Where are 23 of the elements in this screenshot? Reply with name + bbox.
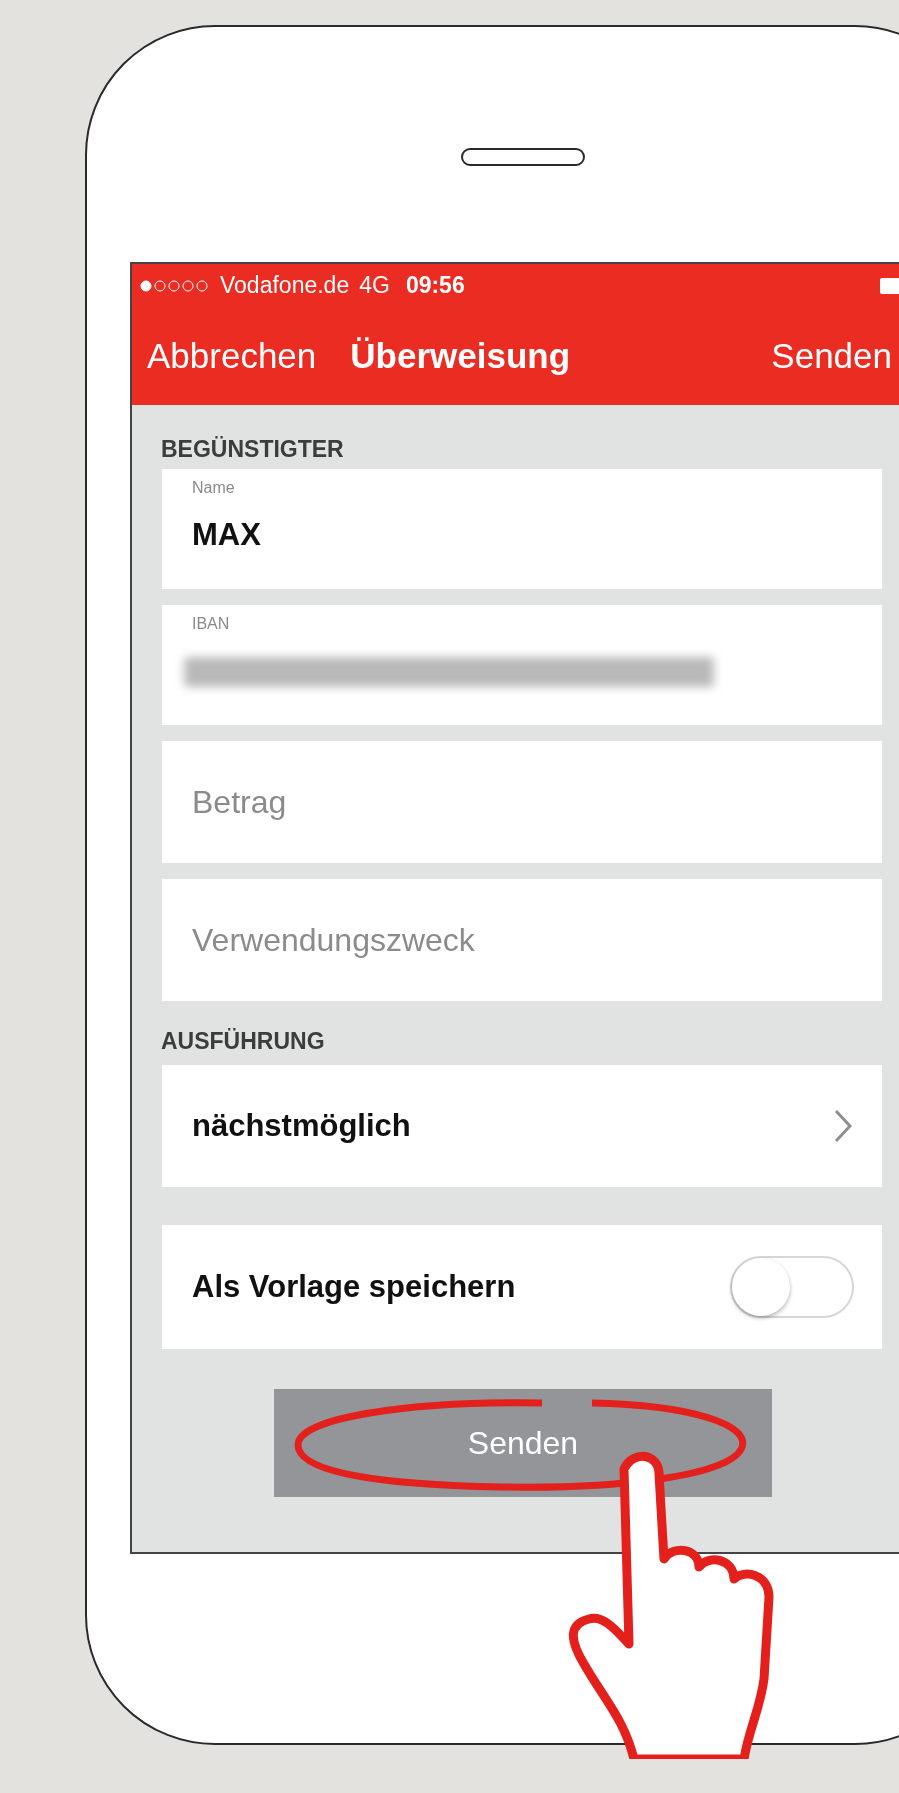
template-label: Als Vorlage speichern: [192, 1269, 516, 1305]
iban-field[interactable]: IBAN: [162, 605, 882, 725]
field-value: MAX: [192, 517, 261, 553]
section-header: AUSFÜHRUNG: [161, 1027, 326, 1056]
signal-icon: [140, 279, 210, 292]
field-label: Name: [192, 479, 235, 497]
cancel-link[interactable]: Abbrechen: [147, 336, 317, 376]
execution-value: nächstmöglich: [192, 1108, 411, 1144]
carrier-name: Vodafone.de: [220, 272, 350, 299]
field-label: IBAN: [192, 615, 230, 633]
execution-row[interactable]: nächstmöglich: [162, 1065, 882, 1187]
chevron-right-icon: [834, 1109, 852, 1143]
toggle-switch[interactable]: [730, 1256, 854, 1318]
field-placeholder: Betrag: [192, 783, 287, 821]
input-field[interactable]: Betrag: [162, 741, 882, 863]
clock-time: 09:56: [405, 272, 465, 299]
send-link[interactable]: Senden: [771, 336, 892, 376]
section-header: BEGÜNSTIGTER: [161, 435, 345, 464]
screen-title: Überweisung: [350, 336, 572, 376]
network-type: 4G: [359, 272, 390, 299]
name-field[interactable]: Name MAX: [162, 469, 882, 589]
field-placeholder: Verwendungszweck: [192, 921, 475, 959]
input-field[interactable]: Verwendungszweck: [162, 879, 882, 1001]
